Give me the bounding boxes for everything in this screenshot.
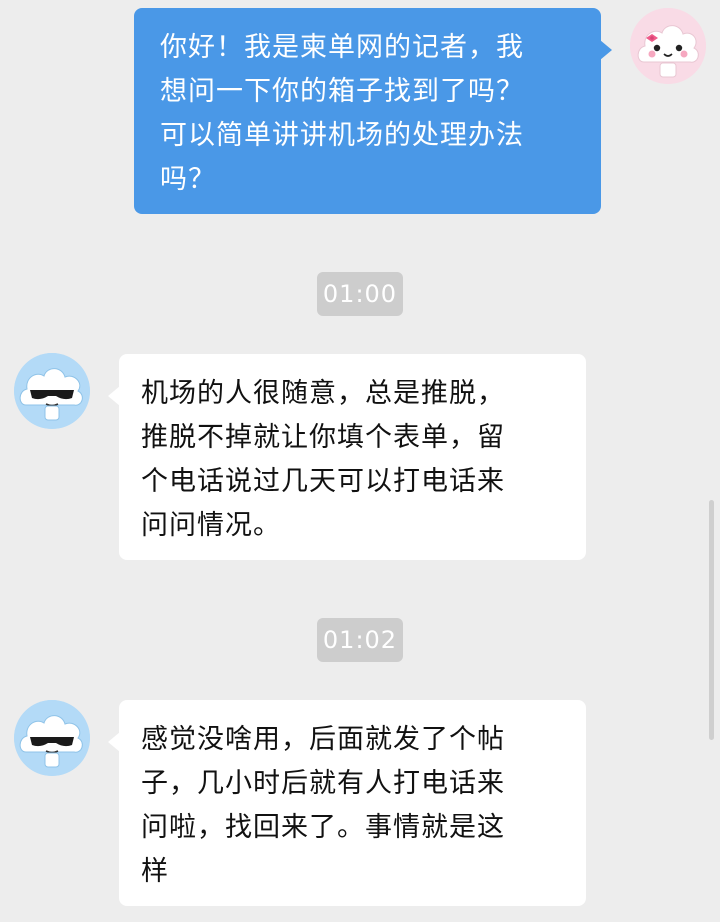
message-text: 你好！我是柬单网的记者，我 想问一下你的箱子找到了吗？ 可以简单讲讲机场的处理办… [160,26,601,202]
reporter-avatar[interactable] [630,8,706,84]
message-bubble-incoming[interactable]: 机场的人很随意，总是推脱， 推脱不掉就让你填个表单，留 个电话说过几天可以打电话… [108,354,586,560]
interviewee-avatar[interactable] [14,353,90,429]
message-text: 感觉没啥用，后面就发了个帖 子，几小时后就有人打电话来 问啦，找回来了。事情就是… [141,718,586,894]
message-line: 问问情况。 [141,510,281,541]
message-bubble-incoming[interactable]: 感觉没啥用，后面就发了个帖 子，几小时后就有人打电话来 问啦，找回来了。事情就是… [108,700,586,906]
interviewee-avatar[interactable] [14,700,90,776]
cloud-sunglasses-avatar-icon [14,700,90,776]
message-bubble-outgoing[interactable]: 你好！我是柬单网的记者，我 想问一下你的箱子找到了吗？ 可以简单讲讲机场的处理办… [134,8,612,214]
message-line: 想问一下你的箱子找到了吗？ [160,76,524,107]
message-line: 可以简单讲讲机场的处理办法 [160,120,524,151]
message-line: 机场的人很随意，总是推脱， [141,378,505,409]
message-text: 机场的人很随意，总是推脱， 推脱不掉就让你填个表单，留 个电话说过几天可以打电话… [141,372,586,548]
message-line: 感觉没啥用，后面就发了个帖 [141,724,505,755]
timestamp-pill: 01:00 [317,272,403,316]
message-line: 你好！我是柬单网的记者，我 [160,32,524,63]
message-line: 吗？ [160,164,216,195]
timestamp-pill: 01:02 [317,618,403,662]
bubble-tail [108,732,120,752]
message-line: 问啦，找回来了。事情就是这 [141,812,505,843]
cloud-sunglasses-avatar-icon [14,353,90,429]
message-line: 推脱不掉就让你填个表单，留 [141,422,505,453]
message-line: 子，几小时后就有人打电话来 [141,768,505,799]
pink-cloud-girl-avatar-icon [630,8,706,84]
bubble-tail [108,386,120,406]
bubble-tail [600,40,612,60]
scrollbar[interactable] [709,500,714,740]
message-line: 个电话说过几天可以打电话来 [141,466,505,497]
message-line: 样 [141,856,169,887]
